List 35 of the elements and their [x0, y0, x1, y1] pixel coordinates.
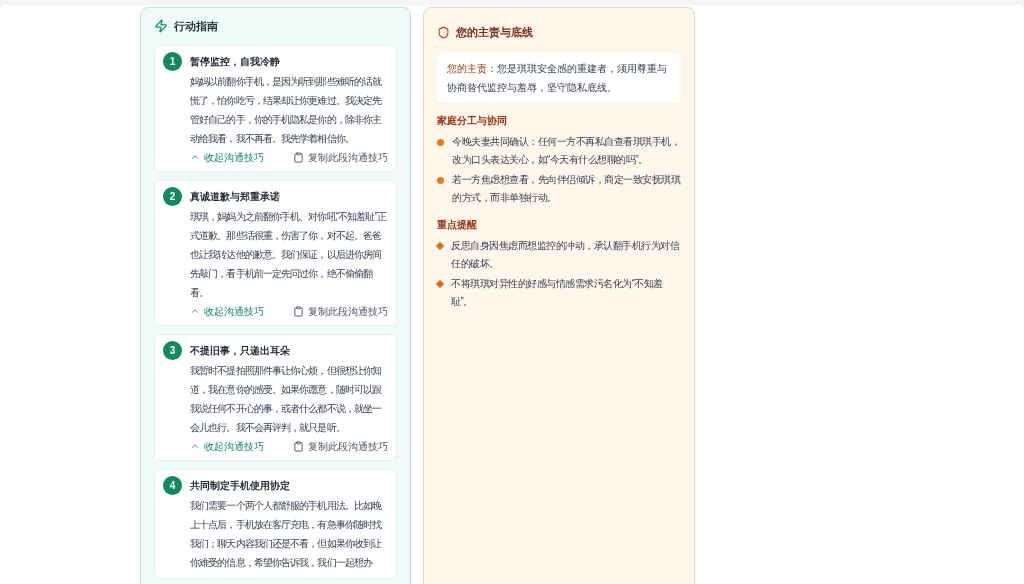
duty-item: 若一方焦虑想查看，先向伴侣倾诉，商定一致安抚琪琪的方式，而非单独行动。 — [452, 172, 681, 205]
collapse-toggle[interactable]: 收起沟通技巧 — [190, 149, 264, 165]
copy-button[interactable]: 复制此段沟通技巧 — [293, 303, 388, 319]
duty-item: 今晚夫妻共同确认：任何一方不再私自查看琪琪手机，改为口头表达关心，如“今天有什么想聊的吗”。 — [452, 134, 681, 167]
step-number: 1 — [163, 51, 182, 71]
chevron-icon — [190, 152, 200, 162]
step-text: 琪琪，妈妈为之前翻你手机、对你吼“不知羞耻”正式道歉。那些话很重，伤害了你，对不起。爸爸也让我转达他的歉意。我们保证，以后进你房间先敲门，看手机前一定先问过你，绝不偷偷翻看。 — [190, 209, 388, 300]
chevron-icon — [190, 306, 200, 316]
collapse-toggle[interactable]: 收起沟通技巧 — [190, 438, 264, 454]
section-heading: 家庭分工与协同 — [437, 113, 508, 128]
copy-button[interactable]: 复制此段沟通技巧 — [293, 149, 388, 165]
step-title: 共同制定手机使用协定 — [190, 478, 291, 493]
step-text: 妈妈以前翻你手机，是因为听到那些难听的话就慌了，怕你吃亏，结果却让你更难过。我决定先管好自己的手，你的手机隐私是你的，除非你主动给我看，我不再看。我先学着相信你。 — [190, 74, 383, 146]
clipboard-icon — [293, 440, 304, 452]
step-text: 我暂时不提拍照那件事让你心烦，但很想让你知道，我在意你的感受。如果你愿意，随时可以跟我说任何不开心的事，或者什么都不说，就坐一会儿也行。我不会再评判，就只是听。 — [190, 363, 383, 435]
step-text: 我们需要一个两个人都舒服的手机用法。比如晚上十点后，手机放在客厅充电，有急事你随时找我们；聊天内容我们还是不看，但如果你收到让你难受的信息，希望你告诉我，我们一起想办 — [190, 498, 383, 570]
panel-title: 行动指南 — [174, 19, 218, 34]
step-number: 2 — [163, 186, 182, 206]
step-title: 真诚道歉与郑重承诺 — [190, 189, 281, 204]
panel-title: 您的主责与底线 — [456, 25, 533, 40]
clipboard-icon — [293, 151, 304, 163]
copy-button[interactable]: 复制此段沟通技巧 — [293, 438, 388, 454]
duty-item: 不将琪琪对异性的好感与情感需求污名化为“不知羞耻”。 — [451, 276, 664, 309]
collapse-toggle[interactable]: 收起沟通技巧 — [190, 303, 264, 319]
clipboard-icon — [293, 305, 304, 317]
step-title: 不提旧事，只递出耳朵 — [190, 343, 291, 358]
lightning-icon — [154, 19, 168, 34]
section-heading: 重点提醒 — [437, 217, 478, 232]
step-title: 暂停监控，自我冷静 — [190, 54, 281, 69]
step-number: 3 — [163, 340, 182, 360]
chevron-icon — [190, 441, 200, 451]
duty-item: 反思自身因焦虑而想监控的冲动，承认翻手机行为对信任的破坏。 — [451, 238, 681, 271]
duty-summary: 您的主责：您是琪琪安全感的重建者，须用尊重与协商替代监控与羞辱，坚守隐私底线。 — [437, 52, 681, 103]
step-number: 4 — [163, 475, 182, 495]
shield-icon — [437, 25, 450, 39]
